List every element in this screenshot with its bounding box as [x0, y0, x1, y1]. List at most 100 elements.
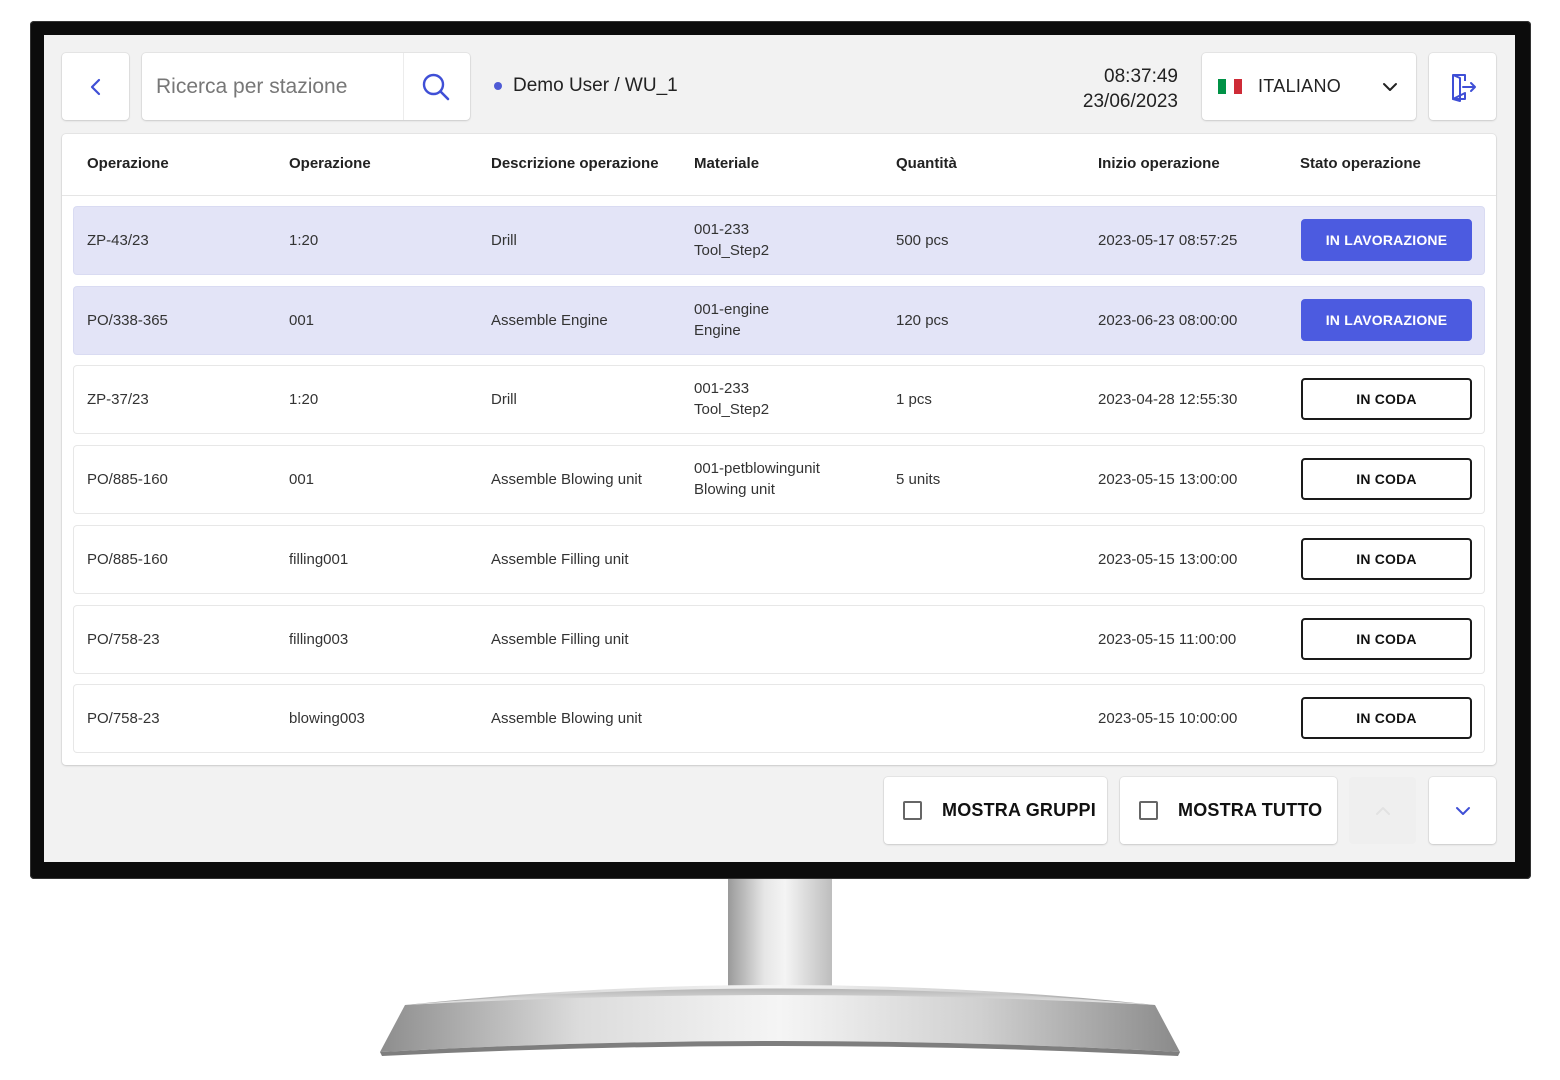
- cell-start-time: 2023-05-15 10:00:00: [1098, 710, 1238, 728]
- status-dot: [494, 82, 502, 90]
- clock: 08:37:49 23/06/2023: [1083, 64, 1178, 114]
- status-button[interactable]: IN CODA: [1301, 378, 1472, 421]
- material-code: 001-petblowingunit: [694, 460, 820, 478]
- status-button[interactable]: IN CODA: [1301, 617, 1472, 660]
- back-button[interactable]: [62, 53, 129, 120]
- table-row[interactable]: PO/885-160 001 Assemble Blowing unit 001-pe…: [74, 446, 1484, 514]
- cell-material: 001-petblowingunit Blowing unit: [694, 458, 820, 500]
- table-row[interactable]: PO/758-23 filling003 Assemble Filling unit…: [74, 605, 1484, 673]
- column-header: Inizio operazione: [1098, 155, 1220, 172]
- scroll-down-button[interactable]: [1429, 777, 1496, 844]
- status-button[interactable]: IN LAVORAZIONE: [1301, 298, 1472, 341]
- app-screen: Demo User / WU_1 08:37:49 23/06/2023 ITA…: [44, 35, 1515, 862]
- language-label: ITALIANO: [1258, 76, 1342, 96]
- user-label: Demo User / WU_1: [513, 75, 678, 96]
- cell-operation: filling001: [289, 550, 349, 568]
- operations-table: Operazione Operazione Descrizione operaz…: [62, 134, 1496, 765]
- user-indicator: Demo User / WU_1: [494, 75, 678, 97]
- chevron-down-icon: [1455, 806, 1470, 815]
- cell-description: Assemble Blowing unit: [491, 710, 642, 728]
- column-header: Operazione: [87, 155, 169, 172]
- search-icon: [422, 73, 450, 100]
- cell-quantity: 500 pcs: [896, 232, 949, 249]
- cell-quantity: 120 pcs: [896, 311, 949, 329]
- material-name: Blowing unit: [694, 481, 775, 499]
- cell-order: PO/758-23: [87, 710, 160, 728]
- column-header: Stato operazione: [1300, 155, 1421, 172]
- italy-flag-icon: [1218, 79, 1242, 94]
- show-all-toggle[interactable]: MOSTRA TUTTO: [1120, 777, 1337, 844]
- table-row[interactable]: PO/338-365 001 Assemble Engine 001-engine En…: [74, 286, 1484, 354]
- cell-start-time: 2023-05-17 08:57:25: [1098, 232, 1238, 249]
- column-header: Quantità: [896, 155, 957, 172]
- material-code: 001-233: [694, 221, 750, 238]
- search-button[interactable]: [403, 53, 468, 120]
- cell-start-time: 2023-05-15 13:00:00: [1098, 471, 1238, 489]
- logout-button[interactable]: [1429, 53, 1496, 120]
- column-header: Descrizione operazione: [491, 155, 659, 172]
- cell-material: 001-233 Tool_Step2: [694, 219, 769, 261]
- cell-order: PO/885-160: [87, 471, 168, 489]
- flag-stripe: [1218, 79, 1226, 94]
- cell-start-time: 2023-05-15 13:00:00: [1098, 550, 1238, 568]
- status-button[interactable]: IN CODA: [1301, 697, 1472, 740]
- chevron-down-icon: [1382, 82, 1398, 92]
- cell-operation: blowing003: [289, 710, 365, 728]
- cell-start-time: 2023-05-15 11:00:00: [1098, 630, 1237, 648]
- cell-operation: 1:20: [289, 232, 319, 249]
- show-all-label: MOSTRA TUTTO: [1178, 800, 1323, 820]
- cell-operation: 001: [289, 471, 315, 489]
- logout-icon: [1451, 73, 1476, 102]
- table-header: Operazione Operazione Descrizione operaz…: [62, 134, 1496, 196]
- column-header: Materiale: [694, 155, 760, 172]
- search-input[interactable]: [154, 55, 403, 118]
- material-code: 001-engine: [694, 300, 770, 318]
- material-name: Tool_Step2: [694, 401, 770, 419]
- cell-description: Assemble Filling unit: [491, 630, 629, 648]
- cell-operation: filling003: [289, 630, 349, 648]
- cell-start-time: 2023-06-23 08:00:00: [1098, 311, 1238, 329]
- search-bar: [142, 53, 470, 120]
- show-groups-label: MOSTRA GRUPPI: [942, 800, 1096, 820]
- cell-quantity: 5 units: [896, 471, 941, 489]
- show-groups-checkbox[interactable]: [903, 801, 922, 820]
- monitor-stand-neck: [728, 879, 832, 991]
- status-button[interactable]: IN CODA: [1301, 537, 1472, 580]
- cell-order: PO/758-23: [87, 630, 160, 648]
- material-code: 001-233: [694, 380, 750, 398]
- clock-date: 23/06/2023: [1082, 91, 1178, 112]
- material-name: Engine: [694, 321, 741, 339]
- table-row[interactable]: PO/758-23 blowing003 Assemble Blowing unit…: [74, 685, 1484, 753]
- flag-stripe: [1234, 79, 1242, 94]
- cell-quantity: 1 pcs: [896, 391, 932, 409]
- language-selector[interactable]: ITALIANO: [1202, 53, 1416, 120]
- cell-material: 001-engine Engine: [694, 299, 769, 341]
- cell-operation: 001: [289, 311, 315, 329]
- table-row[interactable]: ZP-43/23 1:20 Drill 001-233 Tool_Step2 500 pc…: [74, 207, 1484, 274]
- chevron-up-icon: [1375, 806, 1390, 815]
- cell-description: Assemble Blowing unit: [491, 471, 642, 489]
- cell-start-time: 2023-04-28 12:55:30: [1098, 391, 1238, 409]
- cell-description: Assemble Engine: [491, 311, 608, 329]
- status-button[interactable]: IN CODA: [1301, 458, 1472, 501]
- material-name: Tool_Step2: [694, 242, 770, 259]
- table-row[interactable]: ZP-37/23 1:20 Drill 001-233 Tool_Step2 1 pcs 2…: [74, 366, 1484, 434]
- cell-operation: 1:20: [289, 391, 319, 409]
- cell-description: Drill: [491, 232, 517, 249]
- cell-order: PO/338-365: [87, 311, 168, 329]
- flag-stripe: [1226, 79, 1234, 94]
- status-button[interactable]: IN LAVORAZIONE: [1301, 219, 1472, 261]
- show-all-checkbox[interactable]: [1139, 801, 1158, 820]
- cell-material: 001-233 Tool_Step2: [694, 378, 769, 420]
- scroll-up-button[interactable]: [1349, 777, 1416, 844]
- cell-order: ZP-43/23: [87, 232, 149, 249]
- cell-description: Assemble Filling unit: [491, 550, 629, 568]
- table-row[interactable]: PO/885-160 filling001 Assemble Filling uni…: [74, 525, 1484, 593]
- cell-description: Drill: [491, 391, 517, 409]
- chevron-left-icon: [90, 78, 100, 95]
- cell-order: ZP-37/23: [87, 391, 149, 409]
- column-header: Operazione: [289, 155, 371, 172]
- cell-order: PO/885-160: [87, 550, 168, 568]
- clock-time: 08:37:49: [1104, 66, 1178, 87]
- show-groups-toggle[interactable]: MOSTRA GRUPPI: [884, 777, 1107, 844]
